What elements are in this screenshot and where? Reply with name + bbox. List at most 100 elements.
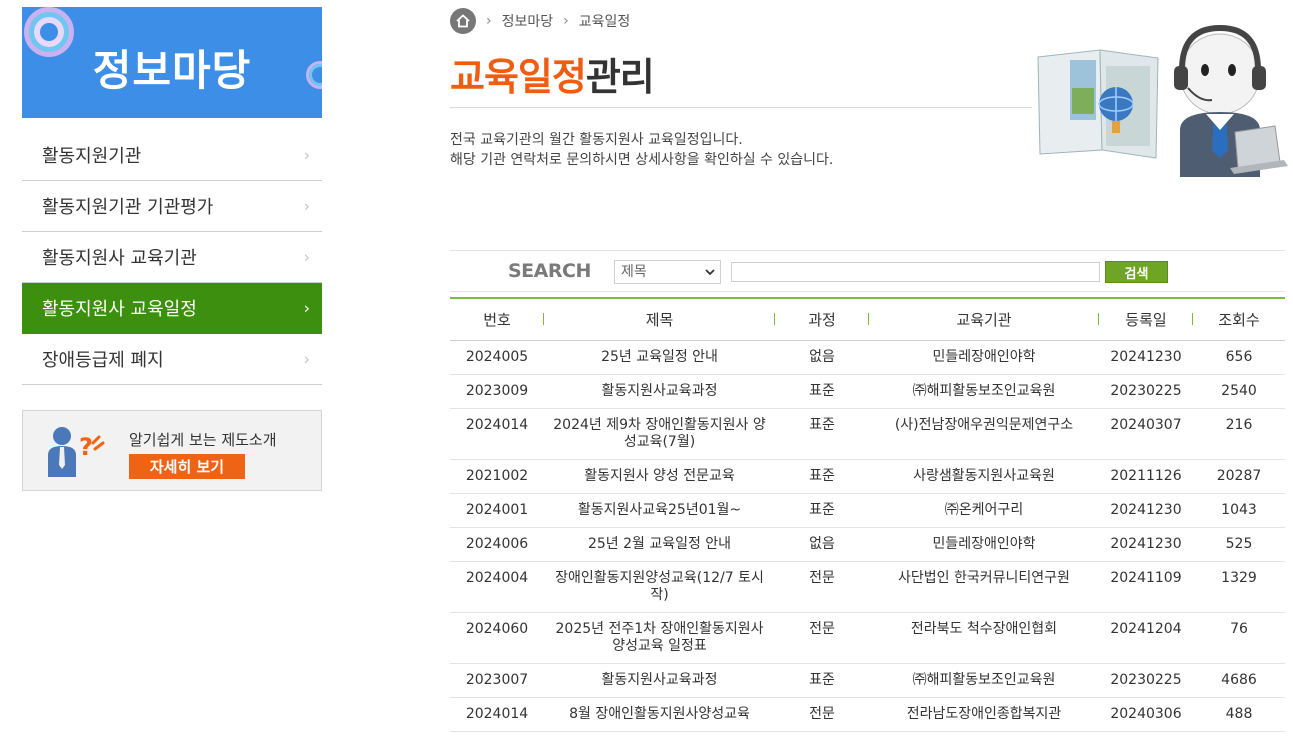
table-row[interactable]: 2024005 25년 교육일정 안내 없음 민들레장애인야학 20241230…: [450, 340, 1285, 375]
sidebar-item-label: 활동지원사 교육일정: [42, 299, 197, 320]
page-title-highlight: 교육일정: [450, 55, 587, 99]
sidebar-item-agency-evaluation[interactable]: 활동지원기관 기관평가 ›: [22, 181, 322, 232]
cell-number: 2024014: [450, 697, 544, 732]
sidebar-item-label: 활동지원기관: [42, 146, 142, 167]
table-row[interactable]: 2024004 장애인활동지원양성교육(12/7 토시작) 전문 사단법인 한국…: [450, 561, 1285, 613]
chevron-right-icon: ›: [303, 349, 310, 369]
header-label: 번호: [483, 310, 511, 329]
sidebar-item-label: 활동지원사 교육기관: [42, 248, 197, 269]
sidebar-item-activity-agency[interactable]: 활동지원기관 ›: [22, 130, 322, 181]
cell-institution: 사단법인 한국커뮤니티연구원: [869, 561, 1099, 613]
column-header-views: 조회수: [1193, 298, 1285, 340]
cell-number: 2023009: [450, 374, 544, 409]
cell-number: 2024001: [450, 493, 544, 528]
cell-date: 20211126: [1099, 459, 1193, 494]
cell-title-link[interactable]: 8월 장애인활동지원사양성교육: [544, 697, 775, 732]
cell-title-link[interactable]: 활동지원사 양성 전문교육: [544, 459, 775, 494]
cell-course: 표준: [775, 493, 869, 528]
chevron-right-icon: ›: [303, 298, 310, 318]
home-icon[interactable]: [450, 8, 476, 34]
sidebar-item-education-agency[interactable]: 활동지원사 교육기관 ›: [22, 232, 322, 283]
description-line: 전국 교육기관의 월간 활동지원사 교육일정입니다.: [450, 132, 743, 148]
chevron-right-icon: ›: [303, 145, 310, 165]
sidebar-title: 정보마당: [92, 46, 252, 95]
cell-title-link[interactable]: 활동지원사교육과정: [544, 374, 775, 409]
header-label: 조회수: [1218, 310, 1260, 329]
sidebar-item-label: 활동지원기관 기관평가: [42, 197, 214, 218]
cell-date: 20240307: [1099, 408, 1193, 460]
cell-views: 4686: [1193, 663, 1285, 698]
cell-date: 20241230: [1099, 493, 1193, 528]
cell-views: 525: [1193, 527, 1285, 562]
mascot-illustration: [1037, 24, 1288, 177]
table-row[interactable]: 2023007 활동지원사교육과정 표준 ㈜해피활동보조인교육원 2023022…: [450, 663, 1285, 698]
table-row[interactable]: 2023009 활동지원사교육과정 표준 ㈜해피활동보조인교육원 2023022…: [450, 374, 1285, 409]
view-details-button[interactable]: 자세히 보기: [129, 454, 245, 479]
cell-title-link[interactable]: 2024년 제9차 장애인활동지원사 양성교육(7월): [544, 408, 775, 460]
cell-course: 표준: [775, 663, 869, 698]
search-bar: SEARCH 제목 검색: [450, 250, 1285, 292]
sidebar-item-label: 장애등급제 폐지: [42, 350, 164, 371]
description-line: 해당 기관 연락처로 문의하시면 상세사항을 확인하실 수 있습니다.: [450, 152, 834, 168]
chevron-right-icon: ›: [303, 247, 310, 267]
cell-date: 20241230: [1099, 340, 1193, 375]
cell-views: 1043: [1193, 493, 1285, 528]
table-row[interactable]: 2024014 2024년 제9차 장애인활동지원사 양성교육(7월) 표준 (…: [450, 408, 1285, 460]
table-row[interactable]: 2021002 활동지원사 양성 전문교육 표준 사랑샘활동지원사교육원 202…: [450, 459, 1285, 494]
svg-text:?: ?: [79, 433, 93, 461]
cell-number: 2023007: [450, 663, 544, 698]
sidebar-item-education-schedule[interactable]: 활동지원사 교육일정 ›: [22, 283, 322, 334]
cell-number: 2021002: [450, 459, 544, 494]
sidebar-menu: 활동지원기관 › 활동지원기관 기관평가 › 활동지원사 교육기관 › 활동지원사 교…: [22, 130, 322, 385]
cell-date: 20241204: [1099, 612, 1193, 664]
cell-institution: 사랑샘활동지원사교육원: [869, 459, 1099, 494]
table-row[interactable]: 2024001 활동지원사교육25년01월~ 표준 ㈜온케어구리 2024123…: [450, 493, 1285, 528]
header-label: 과정: [808, 310, 836, 329]
cell-title-link[interactable]: 25년 교육일정 안내: [544, 340, 775, 375]
chevron-right-icon: ›: [303, 196, 310, 216]
cell-institution: 민들레장애인야학: [869, 340, 1099, 375]
cell-number: 2024006: [450, 527, 544, 562]
cell-number: 2024060: [450, 612, 544, 664]
header-label: 교육기관: [956, 310, 1012, 329]
cell-title-link[interactable]: 2025년 전주1차 장애인활동지원사 양성교육 일정표: [544, 612, 775, 664]
search-label: SEARCH: [508, 260, 591, 282]
cell-date: 20240306: [1099, 697, 1193, 732]
person-question-icon: ?: [48, 427, 105, 477]
page-description: 전국 교육기관의 월간 활동지원사 교육일정입니다. 해당 기관 연락처로 문의…: [450, 130, 833, 170]
cell-institution: ㈜온케어구리: [869, 493, 1099, 528]
header-label: 제목: [645, 310, 674, 329]
cell-views: 20287: [1193, 459, 1285, 494]
cell-title-link[interactable]: 활동지원사교육과정: [544, 663, 775, 698]
page-title: 교육일정관리: [450, 46, 655, 101]
column-header-number: 번호: [450, 298, 544, 340]
cell-title-link[interactable]: 장애인활동지원양성교육(12/7 토시작): [544, 561, 775, 613]
cell-course: 전문: [775, 561, 869, 613]
cell-course: 전문: [775, 697, 869, 732]
cell-date: 20241230: [1099, 527, 1193, 562]
cell-course: 표준: [775, 408, 869, 460]
cell-course: 없음: [775, 527, 869, 562]
cell-course: 표준: [775, 459, 869, 494]
divider: [450, 107, 1032, 108]
search-button[interactable]: 검색: [1105, 261, 1168, 283]
sidebar-banner: 정보마당: [22, 7, 322, 118]
table-row[interactable]: 2024060 2025년 전주1차 장애인활동지원사 양성교육 일정표 전문 …: [450, 612, 1285, 664]
cell-institution: ㈜해피활동보조인교육원: [869, 663, 1099, 698]
breadcrumb-item[interactable]: 정보마당: [502, 11, 554, 31]
cell-title-link[interactable]: 활동지원사교육25년01월~: [544, 493, 775, 528]
column-header-date: 등록일: [1099, 298, 1193, 340]
cell-institution: (사)전남장애우권익문제연구소: [869, 408, 1099, 460]
cell-date: 20241109: [1099, 561, 1193, 613]
sidebar-item-grade-abolition[interactable]: 장애등급제 폐지 ›: [22, 334, 322, 385]
table-header-row: 번호 제목 과정 교육기관 등록일 조회수: [450, 298, 1285, 340]
table-row[interactable]: 2024014 8월 장애인활동지원사양성교육 전문 전라남도장애인종합복지관 …: [450, 697, 1285, 732]
table-row[interactable]: 2024006 25년 2월 교육일정 안내 없음 민들레장애인야학 20241…: [450, 527, 1285, 562]
column-header-title: 제목: [544, 298, 775, 340]
cell-institution: ㈜해피활동보조인교육원: [869, 374, 1099, 409]
cell-views: 76: [1193, 612, 1285, 664]
column-header-course: 과정: [775, 298, 869, 340]
cell-title-link[interactable]: 25년 2월 교육일정 안내: [544, 527, 775, 562]
search-input[interactable]: [731, 262, 1100, 282]
search-field-select[interactable]: 제목: [614, 260, 721, 284]
